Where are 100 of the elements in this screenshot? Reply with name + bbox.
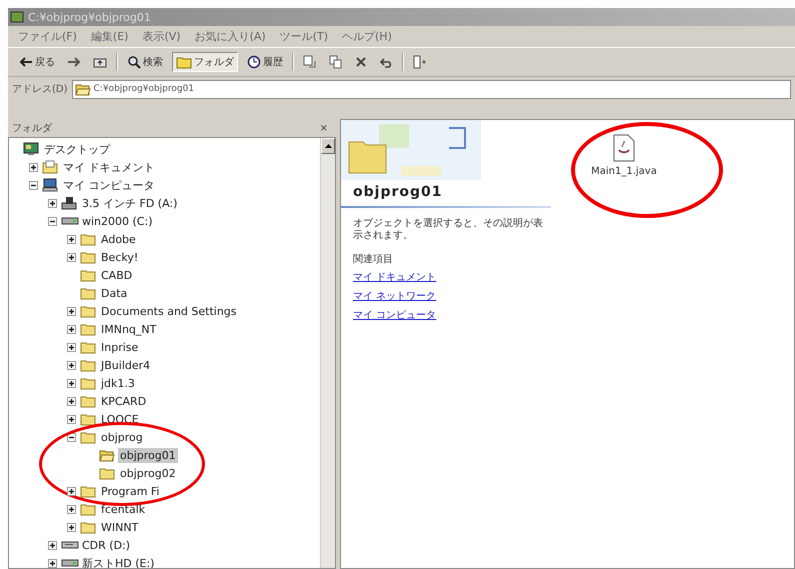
java-file-icon[interactable] (613, 134, 635, 162)
expand-toggle-icon[interactable] (67, 234, 76, 244)
expand-toggle-icon[interactable] (67, 306, 76, 316)
drive-icon (61, 540, 79, 550)
window-icon (10, 11, 24, 23)
folder-icon (80, 502, 96, 516)
back-button[interactable]: 戻る (16, 53, 58, 71)
undo-icon (379, 56, 393, 68)
search-button[interactable]: 検索 (124, 53, 166, 71)
tree-item[interactable]: WINNT (99, 520, 140, 534)
expand-toggle-icon[interactable] (67, 342, 76, 352)
tree-item[interactable]: KPCARD (99, 394, 148, 408)
expand-toggle-icon[interactable] (67, 486, 76, 496)
address-field[interactable]: C:¥objprog¥objprog01 (72, 80, 791, 98)
folder-icon (80, 304, 96, 318)
tree-item[interactable]: Adobe (99, 232, 138, 246)
search-icon (127, 55, 141, 69)
menu-item[interactable]: 表示(V) (142, 29, 181, 44)
open-folder-icon (74, 82, 91, 96)
open-folder-icon (99, 448, 115, 462)
window-title: C:¥objprog¥objprog01 (28, 10, 151, 24)
copy-icon (329, 55, 343, 69)
folder-icon (80, 412, 96, 426)
tree-item[interactable]: Becky! (99, 250, 140, 264)
tree-item[interactable]: 新ストHD (E:) (80, 554, 156, 568)
back-arrow-icon (19, 57, 33, 67)
folder-icon (99, 466, 115, 480)
expand-toggle-icon[interactable] (67, 252, 76, 262)
folder-icon (176, 55, 192, 69)
tree-item[interactable]: fcentalk (99, 502, 148, 516)
folder-icon (42, 160, 58, 174)
folders-button[interactable]: フォルダ (172, 52, 238, 72)
folder-icon (80, 286, 96, 300)
menu-item[interactable]: ヘルプ(H) (342, 29, 392, 44)
desktop-icon (23, 142, 39, 156)
forward-arrow-icon (67, 57, 81, 67)
tree-item[interactable]: Data (99, 286, 130, 300)
tree-item[interactable]: jdk1.3 (99, 376, 137, 390)
floppy-drive-icon (61, 196, 77, 210)
folder-icon (80, 376, 96, 390)
tree-item[interactable]: Inprise (99, 340, 140, 354)
expand-toggle-icon[interactable] (67, 414, 76, 424)
computer-icon (42, 178, 58, 192)
related-link[interactable]: マイ コンピュータ (353, 306, 436, 325)
collapse-toggle-icon[interactable] (48, 216, 57, 226)
folder-icon (80, 520, 96, 534)
tree-item[interactable]: objprog (99, 430, 145, 444)
related-link[interactable]: マイ ネットワーク (353, 287, 436, 306)
menu-item[interactable]: ツール(T) (280, 29, 328, 44)
folder-icon (80, 484, 96, 498)
move-icon (303, 55, 317, 69)
expand-toggle-icon[interactable] (67, 504, 76, 514)
tree-item[interactable]: デスクトップ (42, 140, 112, 158)
close-button[interactable]: × (320, 122, 328, 134)
tree-item[interactable]: JBuilder4 (99, 358, 152, 372)
folder-title: objprog01 (353, 184, 442, 200)
expand-toggle-icon[interactable] (29, 162, 38, 172)
tree-item[interactable]: CDR (D:) (80, 538, 132, 552)
tree-item[interactable]: Program Fi (99, 484, 162, 498)
menu-item[interactable]: 編集(E) (90, 29, 128, 44)
folder-icon (80, 322, 96, 336)
address-label: アドレス(D) (12, 83, 68, 96)
tree-item[interactable]: objprog02 (118, 466, 178, 480)
drive-icon (61, 558, 79, 568)
expand-toggle-icon[interactable] (48, 558, 57, 568)
expand-toggle-icon[interactable] (67, 360, 76, 370)
expand-toggle-icon[interactable] (67, 396, 76, 406)
tree-item[interactable]: マイ コンピュータ (61, 176, 156, 194)
collapse-toggle-icon[interactable] (67, 432, 76, 442)
folder-icon (80, 250, 96, 264)
scrollbar[interactable] (320, 138, 335, 568)
history-button[interactable]: 履歴 (244, 53, 286, 71)
tree-item[interactable]: objprog01 (118, 448, 178, 462)
expand-toggle-icon[interactable] (48, 540, 57, 550)
tree-item[interactable]: win2000 (C:) (80, 214, 154, 228)
drive-icon (61, 216, 79, 226)
collapse-toggle-icon[interactable] (29, 180, 38, 190)
pane-title: フォルダ (12, 122, 52, 135)
views-icon (413, 55, 427, 69)
menu-item[interactable]: お気に入り(A) (194, 29, 266, 44)
menu-item[interactable]: ファイル(F) (18, 29, 77, 44)
expand-toggle-icon[interactable] (67, 522, 76, 532)
folder-icon (80, 268, 96, 282)
folder-icon (80, 358, 96, 372)
scroll-up-icon (324, 144, 332, 148)
expand-toggle-icon[interactable] (67, 378, 76, 388)
folder-icon (80, 340, 96, 354)
folder-icon (80, 430, 96, 444)
expand-toggle-icon[interactable] (67, 324, 76, 334)
related-link[interactable]: マイ ドキュメント (353, 268, 436, 287)
tree-item[interactable]: CABD (99, 268, 134, 282)
tree-item[interactable]: 3.5 インチ FD (A:) (80, 194, 180, 212)
expand-toggle-icon[interactable] (48, 198, 57, 208)
file-name[interactable]: Main1_1.java (591, 166, 657, 177)
description-text: オブジェクトを選択すると、その説明が表示されます。 (353, 218, 543, 242)
folder-icon (80, 394, 96, 408)
up-folder-icon (93, 56, 107, 68)
tree-item[interactable]: マイ ドキュメント (61, 158, 156, 176)
tree-item[interactable]: Documents and Settings (99, 304, 239, 318)
tree-item[interactable]: IMNnq_NT (99, 322, 158, 336)
